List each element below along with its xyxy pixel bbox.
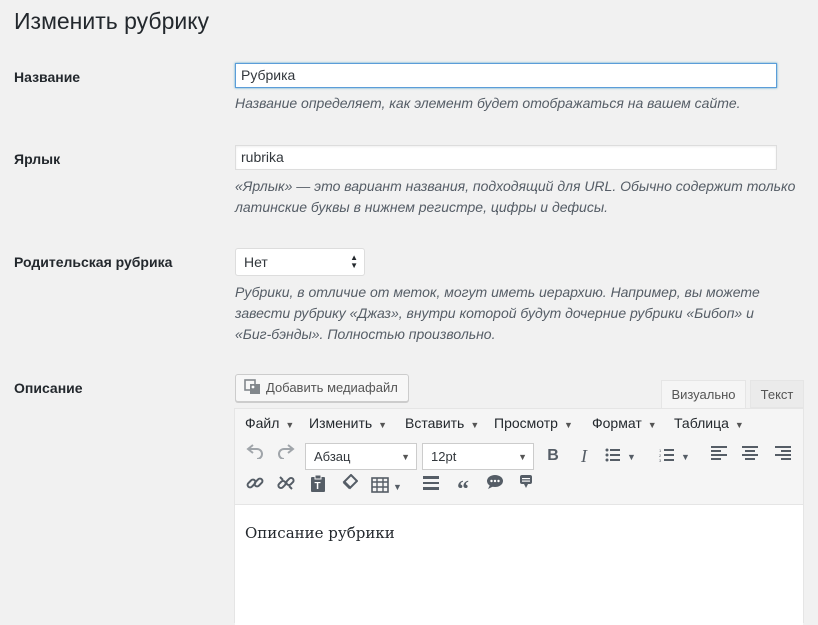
caret-down-icon: ▼ [734,420,744,430]
menu-format[interactable]: Формат ▼ [592,409,657,439]
slug-input[interactable]: rubrika [235,145,777,170]
menu-insert-label: Вставить [405,415,465,431]
parent-label: Родительская рубрика [14,254,173,270]
horizontal-rule-icon[interactable] [419,474,443,498]
tab-text[interactable]: Текст [750,380,804,408]
block-format-select[interactable]: Абзац ▼ [305,443,417,470]
block-format-value: Абзац [314,449,351,464]
caret-down-icon: ▼ [647,420,657,430]
editor-menubar: Файл ▼ Изменить ▼ Вставить ▼ Просмотр ▼ Форм… [235,409,803,439]
select-arrows-icon: ▲ ▼ [350,253,358,270]
caret-down-icon: ▼ [378,420,388,430]
parent-description-line2: завести рубрику «Джаз», внутри которой б… [235,305,754,321]
menu-view-label: Просмотр [494,415,558,431]
align-left-icon[interactable] [707,444,731,468]
parent-description-line1: Рубрики, в отличие от меток, могут иметь… [235,284,760,300]
menu-edit-label: Изменить [309,415,373,431]
bullet-list-icon[interactable]: ▼ [605,444,645,468]
align-center-icon[interactable] [738,444,762,468]
link-icon[interactable] [243,474,267,498]
caret-down-icon: ▼ [563,420,573,430]
menu-file-label: Файл [245,415,280,431]
tab-visual[interactable]: Визуально [661,380,746,409]
font-size-value: 12pt [431,449,457,464]
comment-alt-icon[interactable] [514,474,538,498]
unlink-icon[interactable] [274,474,298,498]
slug-label: Ярлык [14,151,61,167]
bold-icon[interactable]: B [541,444,565,468]
paste-text-icon[interactable]: T [306,474,330,498]
menu-view[interactable]: Просмотр ▼ [494,409,573,439]
blockquote-icon[interactable]: “ [451,474,475,503]
add-media-label: Добавить медиафайл [266,380,398,395]
menu-file[interactable]: Файл ▼ [245,409,294,439]
caret-down-icon: ▼ [401,452,410,462]
menu-insert[interactable]: Вставить ▼ [405,409,479,439]
slug-description-line2: латинские буквы в нижнем регистре, цифры… [235,199,609,215]
undo-icon[interactable] [243,443,267,467]
caret-down-icon: ▼ [285,420,295,430]
caret-down-icon: ▼ [470,420,480,430]
italic-icon[interactable]: I [572,444,596,468]
parent-select[interactable]: Нет ▲ ▼ [235,248,365,276]
name-label: Название [14,69,81,85]
numbered-list-icon[interactable]: 1 2 3 ▼ [659,444,699,468]
description-label: Описание [14,380,83,396]
slug-input-value: rubrika [241,149,284,165]
clear-formatting-icon[interactable] [338,473,362,498]
editor-content-text: Описание рубрики [245,524,395,542]
menu-edit[interactable]: Изменить ▼ [309,409,387,439]
editor-container: Файл ▼ Изменить ▼ Вставить ▼ Просмотр ▼ Форм… [234,408,804,625]
font-size-select[interactable]: 12pt ▼ [422,443,534,470]
menu-table[interactable]: Таблица ▼ [674,409,744,439]
svg-text:T: T [315,481,321,492]
menu-table-label: Таблица [674,415,729,431]
add-media-button[interactable]: Добавить медиафайл [235,374,409,402]
page-title: Изменить рубрику [14,8,210,34]
tab-visual-label: Визуально [671,387,736,402]
table-icon[interactable]: ▼ [371,474,411,498]
caret-down-icon: ▼ [518,452,527,462]
align-right-icon[interactable] [771,444,795,468]
parent-description-line3: «Биг-бэнды». Полностью произвольно. [235,326,496,342]
parent-select-value: Нет [244,254,268,270]
name-input-value: Рубрика [241,67,296,83]
name-input[interactable]: Рубрика [235,63,777,88]
editor-content-area[interactable]: Описание рубрики [235,504,803,625]
slug-description-line1: «Ярлык» — это вариант названия, подходящ… [235,178,796,194]
comment-icon[interactable] [483,474,507,498]
name-description: Название определяет, как элемент будет о… [235,95,741,111]
redo-icon[interactable] [274,443,298,467]
tab-text-label: Текст [760,387,794,402]
menu-format-label: Формат [592,415,642,431]
add-media-icon [244,379,260,394]
svg-text:3: 3 [659,458,662,462]
